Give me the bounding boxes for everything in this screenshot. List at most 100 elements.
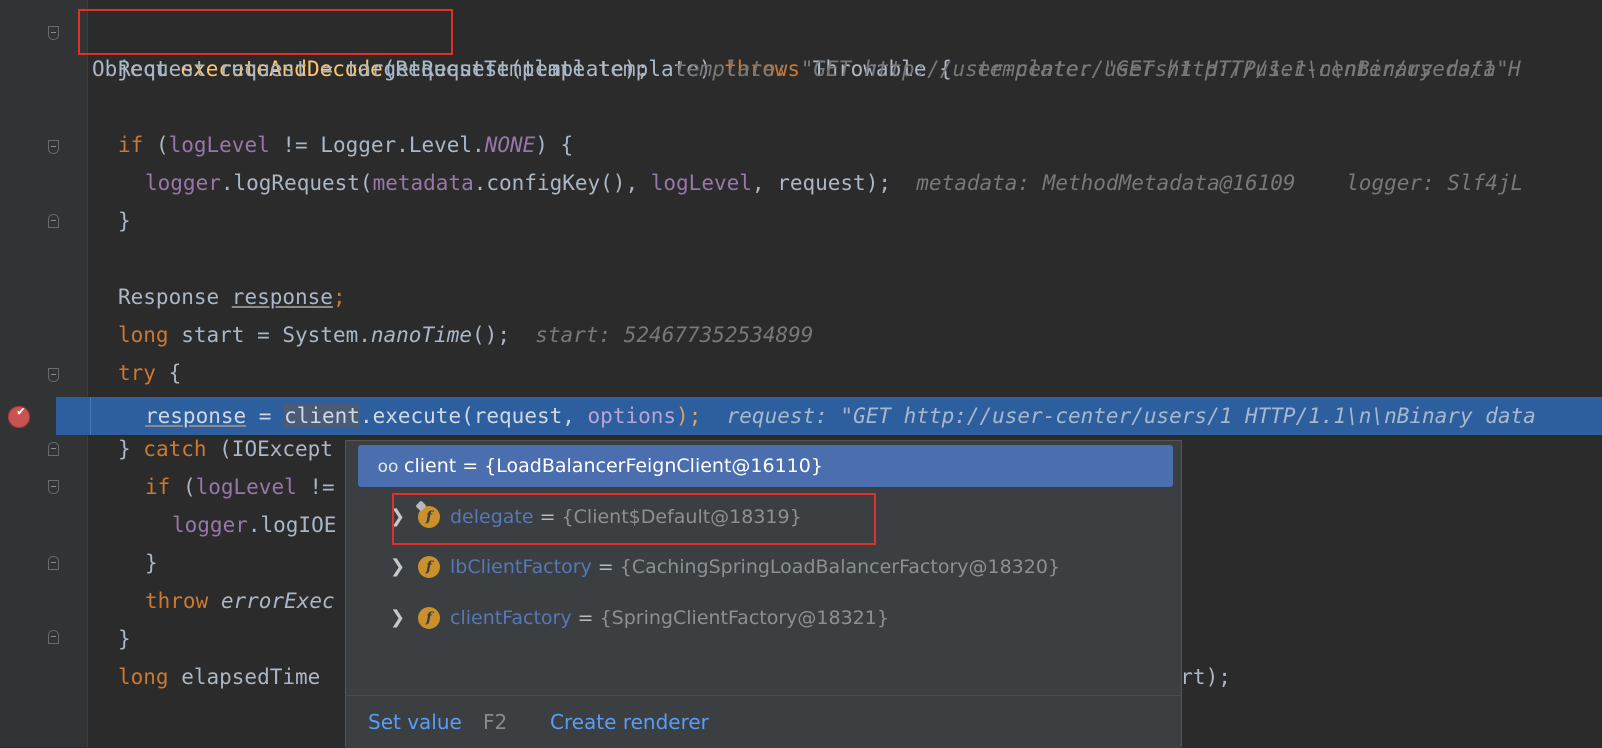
gutter-separator bbox=[87, 0, 88, 747]
method-token: nanoTime bbox=[370, 323, 473, 347]
field-token: logger bbox=[145, 171, 221, 195]
code-token: (); bbox=[472, 323, 510, 347]
code-line-14[interactable]: logger.logIOE bbox=[172, 506, 336, 544]
fold-marker[interactable] bbox=[48, 630, 59, 644]
code-token: != bbox=[296, 475, 335, 499]
popup-footer: Set value F2 Create renderer bbox=[346, 695, 1181, 748]
code-token: } bbox=[118, 437, 144, 461]
code-token: .configKey(), bbox=[473, 171, 651, 195]
code-line-13[interactable]: if (logLevel != bbox=[145, 468, 335, 506]
code-line-11-current[interactable]: response = client.execute(request, optio… bbox=[145, 397, 1536, 435]
expand-chevron-icon[interactable]: ❯ bbox=[390, 546, 405, 588]
field-value: {CachingSpringLoadBalancerFactory@18320} bbox=[619, 556, 1061, 578]
root-variable-value: = {LoadBalancerFeignClient@16110} bbox=[456, 455, 823, 477]
keyword-if: if bbox=[118, 133, 144, 157]
code-line-10[interactable]: try { bbox=[118, 354, 181, 392]
field-token: logLevel bbox=[650, 171, 752, 195]
inline-debug-hint: request: "GET http://user-center/users/1… bbox=[726, 404, 1536, 428]
keyword-try: try bbox=[118, 361, 156, 385]
inline-debug-hint: logger: Slf4jL bbox=[1346, 171, 1524, 195]
keyword-if: if bbox=[145, 475, 171, 499]
field-name: clientFactory bbox=[450, 607, 572, 629]
code-token: } bbox=[118, 209, 131, 233]
inline-debug-hint: metadata: MethodMetadata@16109 bbox=[916, 171, 1296, 195]
code-line-8[interactable]: Response response; bbox=[118, 278, 346, 316]
keyword-long: long bbox=[118, 665, 169, 689]
popup-field-clientfactory[interactable]: ❯ f clientFactory = {SpringClientFactory… bbox=[358, 597, 1173, 639]
field-token: metadata bbox=[372, 171, 474, 195]
keyword-catch: catch bbox=[143, 437, 207, 461]
code-line-15[interactable]: } bbox=[145, 544, 158, 582]
root-variable-name: client bbox=[404, 455, 457, 477]
code-token: != Logger.Level. bbox=[269, 133, 485, 157]
check-icon: ✔ bbox=[17, 404, 25, 419]
shortcut-hint: F2 bbox=[483, 710, 508, 734]
code-token: } bbox=[145, 551, 158, 575]
code-token: ( bbox=[170, 475, 196, 499]
field-icon: f bbox=[418, 556, 440, 578]
code-line-4[interactable]: if (logLevel != Logger.Level.NONE) { bbox=[118, 126, 573, 164]
fold-marker[interactable] bbox=[48, 556, 59, 570]
fold-marker[interactable] bbox=[48, 140, 59, 154]
highlight-box-method bbox=[78, 9, 453, 55]
popup-root-client[interactable]: oo client = {LoadBalancerFeignClient@1611… bbox=[358, 445, 1173, 487]
code-token: Request request = targetRequest(template… bbox=[118, 57, 650, 81]
inline-debug-hint: template: "GET http://user-center/users/… bbox=[674, 57, 1509, 81]
create-renderer-link[interactable]: Create renderer bbox=[550, 696, 709, 748]
field-token: logger bbox=[172, 513, 248, 537]
code-line-18[interactable]: long elapsedTime bbox=[118, 658, 320, 696]
fold-marker[interactable] bbox=[48, 368, 59, 382]
field-name: lbClientFactory bbox=[450, 556, 592, 578]
fold-marker[interactable] bbox=[48, 26, 59, 40]
field-value: {SpringClientFactory@18321} bbox=[599, 607, 889, 629]
code-token: .logRequest( bbox=[220, 171, 373, 195]
equals-sign: = bbox=[591, 556, 620, 578]
fold-marker[interactable] bbox=[48, 442, 59, 456]
code-line-5[interactable]: logger.logRequest(metadata.configKey(), … bbox=[145, 164, 1523, 202]
code-line-12[interactable]: } catch (IOExcept bbox=[118, 430, 333, 468]
fold-marker[interactable] bbox=[48, 480, 59, 494]
code-line-17[interactable]: } bbox=[118, 620, 131, 658]
expand-chevron-icon[interactable]: ❯ bbox=[390, 597, 405, 639]
code-token: = bbox=[246, 404, 285, 428]
code-line-6[interactable]: } bbox=[118, 202, 131, 240]
field-token: logLevel bbox=[168, 133, 270, 157]
code-token: Response bbox=[118, 285, 232, 309]
equals-sign: = bbox=[571, 607, 600, 629]
code-token: , request); bbox=[751, 171, 891, 195]
field-token: options bbox=[587, 404, 677, 428]
code-token: ; bbox=[332, 285, 346, 309]
highlight-box-delegate bbox=[392, 493, 876, 545]
code-token: .execute(request, bbox=[359, 404, 588, 428]
code-token: ( bbox=[143, 133, 169, 157]
debugger-value-popup[interactable]: oo client = {LoadBalancerFeignClient@1611… bbox=[345, 440, 1182, 748]
code-token: start = System. bbox=[168, 323, 371, 347]
hovered-variable-client[interactable]: client bbox=[284, 404, 360, 428]
code-line-16[interactable]: throw errorExec bbox=[145, 582, 335, 620]
variable-token: response bbox=[231, 285, 333, 309]
editor-gutter[interactable]: ✔ bbox=[0, 0, 88, 747]
field-token: logLevel bbox=[195, 475, 297, 499]
keyword-long: long bbox=[118, 323, 169, 347]
constant-token: NONE bbox=[484, 133, 536, 157]
field-icon: f bbox=[418, 607, 440, 629]
watch-glasses-icon: oo bbox=[377, 457, 399, 477]
variable-token: response bbox=[145, 404, 247, 428]
fold-marker[interactable] bbox=[48, 214, 59, 228]
popup-field-lbclientfactory[interactable]: ❯ f lbClientFactory = {CachingSpringLoad… bbox=[358, 546, 1173, 588]
breakpoint-icon[interactable]: ✔ bbox=[8, 404, 30, 428]
inline-debug-hint: start: 524677352534899 bbox=[535, 323, 814, 347]
set-value-link[interactable]: Set value bbox=[368, 696, 462, 748]
keyword-throw: throw bbox=[145, 589, 209, 613]
code-token: ) { bbox=[535, 133, 574, 157]
code-token: (IOExcept bbox=[206, 437, 333, 461]
code-token: .logIOE bbox=[247, 513, 337, 537]
code-token: { bbox=[155, 361, 182, 385]
code-token: ); bbox=[676, 404, 702, 428]
code-token: } bbox=[118, 627, 131, 651]
code-token: elapsedTime bbox=[168, 665, 321, 689]
method-token: errorExec bbox=[208, 589, 335, 613]
code-line-9[interactable]: long start = System.nanoTime(); start: 5… bbox=[118, 316, 813, 354]
indent-guide bbox=[90, 397, 91, 435]
code-line-2[interactable]: Request request = targetRequest(template… bbox=[118, 50, 1509, 88]
